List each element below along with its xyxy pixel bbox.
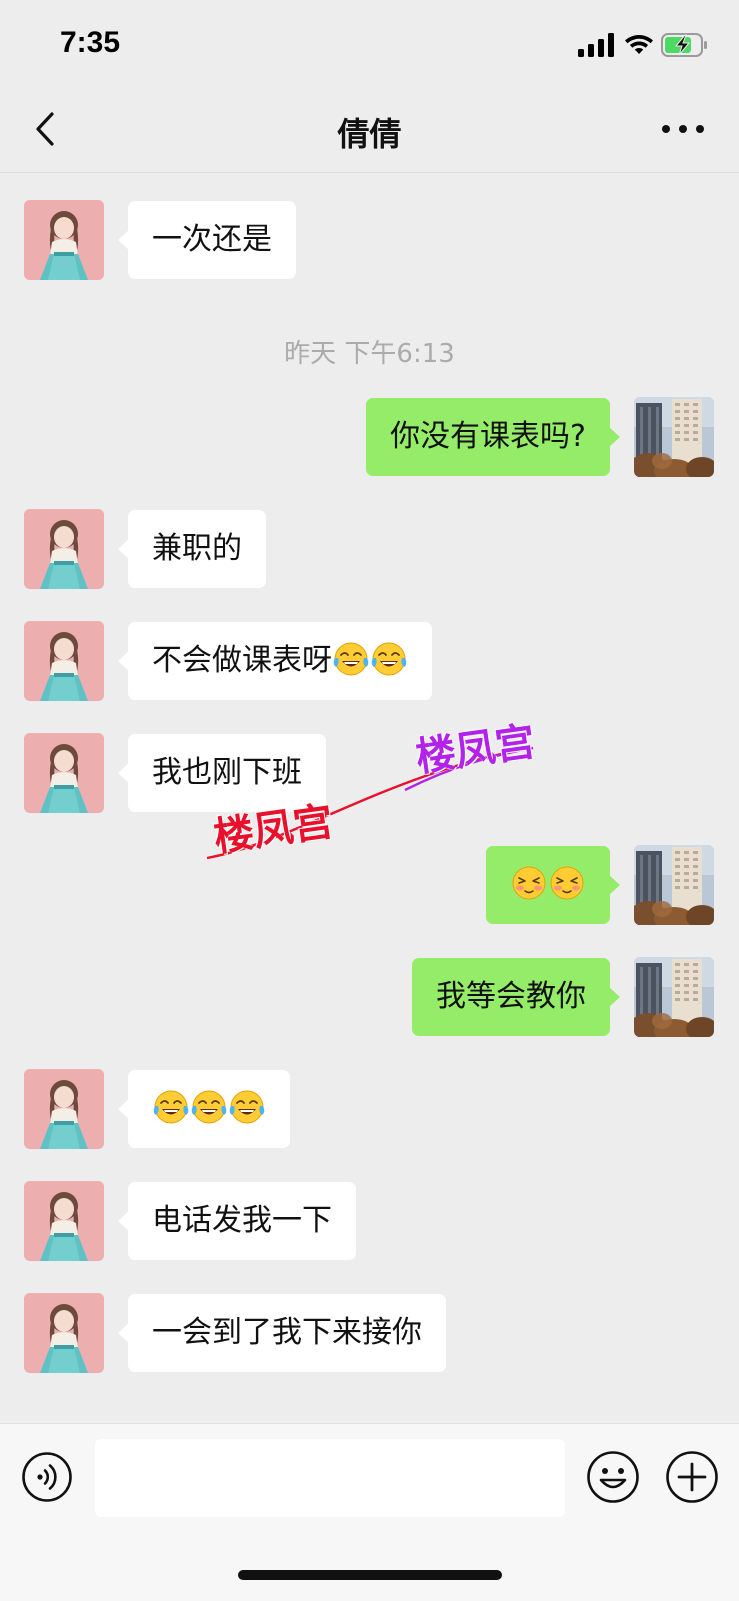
blushing-face-emoji-icon — [548, 864, 586, 902]
message-text: 我也刚下班 — [152, 755, 302, 790]
voice-input-button[interactable] — [21, 1451, 73, 1503]
my-avatar[interactable] — [634, 397, 714, 477]
message-list[interactable]: 一次还是 昨天 下午6:13 你没有课表吗? 兼职的 不会做课表呀 我也刚下班 … — [0, 173, 739, 1423]
message-row: 一次还是 — [0, 200, 739, 282]
message-bubble[interactable]: 我等会教你 — [412, 958, 620, 1036]
chat-title: 倩倩 — [337, 115, 402, 153]
status-bar: 7:35 — [0, 0, 739, 88]
message-bubble[interactable] — [118, 1070, 290, 1148]
message-bubble[interactable]: 一会到了我下来接你 — [118, 1294, 446, 1372]
cellular-signal-icon — [578, 33, 614, 57]
message-bubble[interactable]: 你没有课表吗? — [366, 398, 620, 476]
blushing-face-emoji-icon — [510, 864, 548, 902]
more-actions-button[interactable] — [665, 1450, 719, 1504]
wifi-icon — [625, 35, 653, 54]
contact-avatar[interactable] — [24, 1293, 104, 1373]
message-bubble[interactable]: 电话发我一下 — [118, 1182, 356, 1260]
my-avatar[interactable] — [634, 845, 714, 925]
message-text: 兼职的 — [152, 531, 242, 566]
status-time: 7:35 — [60, 26, 121, 59]
message-text: 不会做课表呀 — [152, 643, 332, 678]
my-avatar[interactable] — [634, 957, 714, 1037]
chat-timestamp: 昨天 下午6:13 — [284, 339, 455, 369]
message-text: 我等会教你 — [436, 979, 586, 1014]
tears-of-joy-emoji-icon — [228, 1088, 266, 1126]
message-text: 一会到了我下来接你 — [152, 1315, 422, 1350]
tears-of-joy-emoji-icon — [190, 1088, 228, 1126]
message-bubble[interactable]: 兼职的 — [118, 510, 266, 588]
contact-avatar[interactable] — [24, 1069, 104, 1149]
more-options-button[interactable] — [660, 116, 706, 142]
contact-avatar[interactable] — [24, 621, 104, 701]
message-text: 电话发我一下 — [152, 1203, 332, 1238]
battery-charging-icon — [661, 33, 707, 57]
message-row: 不会做课表呀 — [0, 621, 739, 703]
message-row: 我也刚下班 — [0, 733, 739, 815]
message-row — [0, 1069, 739, 1151]
emoji-picker-button[interactable] — [586, 1450, 640, 1504]
message-bubble[interactable]: 我也刚下班 — [118, 734, 326, 812]
message-row: 电话发我一下 — [0, 1181, 739, 1263]
message-bubble[interactable] — [486, 846, 620, 924]
message-bubble[interactable]: 不会做课表呀 — [118, 622, 432, 700]
message-row — [0, 845, 739, 927]
chat-header: 倩倩 — [0, 88, 739, 173]
input-bar — [0, 1423, 739, 1601]
contact-avatar[interactable] — [24, 1181, 104, 1261]
message-row: 一会到了我下来接你 — [0, 1293, 739, 1375]
contact-avatar[interactable] — [24, 733, 104, 813]
contact-avatar[interactable] — [24, 509, 104, 589]
contact-avatar[interactable] — [24, 200, 104, 280]
tears-of-joy-emoji-icon — [152, 1088, 190, 1126]
message-row: 你没有课表吗? — [0, 397, 739, 479]
message-text: 你没有课表吗? — [390, 419, 586, 454]
message-text: 一次还是 — [152, 222, 272, 257]
message-input[interactable] — [95, 1439, 565, 1517]
message-row: 我等会教你 — [0, 957, 739, 1039]
tears-of-joy-emoji-icon — [370, 640, 408, 678]
message-bubble[interactable]: 一次还是 — [118, 201, 296, 279]
home-indicator[interactable] — [238, 1570, 502, 1580]
tears-of-joy-emoji-icon — [332, 640, 370, 678]
message-row: 兼职的 — [0, 509, 739, 591]
